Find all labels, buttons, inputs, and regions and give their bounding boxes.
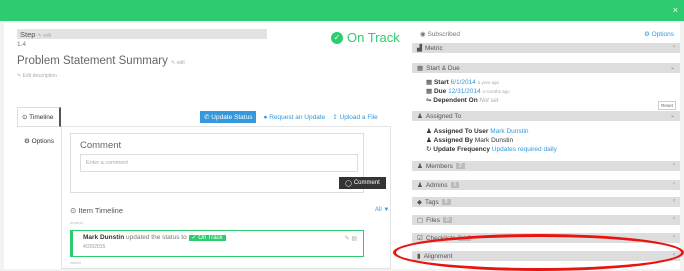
task-sidebar: ◉ Subscribed ⚙ Options ▟ Metric ‹ ▦ Star… — [412, 23, 680, 269]
action-bar: ✆ Update Status ● Request an Update ⇪ Up… — [200, 111, 378, 123]
link-icon: ⇋ — [426, 97, 432, 104]
section-files[interactable]: ▢ Files 0 ‹ — [412, 215, 680, 225]
start-date-value[interactable]: 6/1/2014 — [451, 79, 476, 86]
chevron-left-icon: ‹ — [673, 234, 675, 240]
checklist-icon: ☑ — [417, 235, 423, 242]
files-icon: ▢ — [417, 217, 424, 224]
filter-icon: ▼ — [383, 207, 390, 213]
reset-button[interactable]: Reset — [658, 101, 676, 110]
users-icon: ♟ — [417, 182, 423, 189]
step-bar — [17, 29, 267, 39]
event-text: updated the status to — [125, 234, 187, 241]
comment-button[interactable]: ◯ Comment — [339, 177, 386, 189]
upload-file-link[interactable]: ⇪ Upload a File — [332, 113, 378, 121]
comment-input[interactable]: Enter a comment — [80, 154, 358, 172]
request-update-link[interactable]: ● Request an Update — [263, 114, 325, 121]
section-alignment[interactable]: ▮ Alignment ‹ — [412, 251, 680, 261]
close-icon[interactable]: × — [673, 5, 678, 15]
check-circle-icon: ✓ — [331, 31, 343, 44]
section-checklists[interactable]: ☑ Checklists 0/0 ‹ — [412, 233, 680, 243]
chevron-left-icon: ‹ — [673, 216, 675, 222]
section-tags[interactable]: ◆ Tags 0 ‹ — [412, 197, 680, 207]
timeline-newest-label: newest — [70, 220, 83, 225]
top-bar: × — [0, 0, 684, 21]
speech-bubble-icon: ◯ — [345, 180, 352, 187]
section-start-due[interactable]: ▦ Start & Due ⌄ — [412, 63, 680, 73]
due-date-row: ▦ Due 12/31/2014 4 months ago — [426, 88, 510, 95]
question-icon: ● — [263, 113, 268, 121]
chevron-down-icon: ⌄ — [669, 65, 675, 71]
chart-icon: ▟ — [417, 45, 422, 52]
upload-icon: ⇪ — [332, 114, 338, 121]
section-metric[interactable]: ▟ Metric ‹ — [412, 43, 680, 53]
task-detail-panel: Step ✎ edit 1.4 ✓ On Track Problem State… — [4, 23, 680, 269]
start-date-row: ▦ Start 6/1/2014 a year ago — [426, 79, 499, 86]
clock-icon: ⊙ — [22, 114, 28, 121]
subscribed-toggle[interactable]: ◉ Subscribed — [420, 30, 460, 38]
section-assigned-to[interactable]: ♟ Assigned To ⌄ — [412, 111, 680, 121]
calendar-icon: ▦ — [417, 65, 424, 72]
step-label: Step ✎ edit — [20, 30, 52, 39]
status-badge: ✓ On Track — [188, 235, 226, 241]
chevron-left-icon: ‹ — [673, 162, 675, 168]
event-actions: ✎ ▤ — [345, 235, 357, 242]
assigned-user-row: ♟ Assigned To User Mark Dunstin — [426, 128, 529, 135]
refresh-icon: ↻ — [426, 146, 432, 153]
status-indicator: ✓ On Track — [331, 30, 400, 45]
tab-timeline[interactable]: ⊙ Timeline — [17, 107, 61, 127]
sidebar-options-link[interactable]: ⚙ Options — [644, 30, 674, 38]
timeline-title: ⊙ Item Timeline — [70, 206, 123, 215]
gear-icon: ⚙ — [643, 31, 650, 38]
section-members[interactable]: ♟ Members 2 ‹ — [412, 161, 680, 171]
dependent-on-row: ⇋ Dependent On Not set — [426, 97, 499, 104]
update-frequency-row: ↻ Update Frequency Updates required dail… — [426, 146, 557, 153]
count-badge: 2 — [455, 163, 465, 169]
megaphone-icon: ✆ — [204, 114, 210, 121]
calendar-icon: ▦ — [426, 88, 433, 95]
task-main-column: Step ✎ edit 1.4 ✓ On Track Problem State… — [4, 23, 404, 269]
chevron-left-icon: ‹ — [673, 44, 675, 50]
step-number: 1.4 — [17, 41, 27, 48]
chevron-left-icon: ‹ — [673, 181, 675, 187]
timeline-event: Mark Dunstin updated the status to ✓ On … — [70, 230, 364, 257]
event-user[interactable]: Mark Dunstin — [83, 234, 124, 241]
align-icon: ▮ — [417, 253, 421, 260]
users-icon: ♟ — [417, 163, 423, 170]
pencil-icon[interactable]: ✎ — [345, 236, 350, 242]
tab-options[interactable]: ⚙ Options — [24, 137, 54, 145]
chevron-left-icon: ‹ — [673, 252, 675, 258]
chevron-left-icon: ‹ — [673, 198, 675, 204]
user-icon: ♟ — [426, 128, 432, 135]
assigned-user-value[interactable]: Mark Dunstin — [490, 128, 528, 135]
trash-icon[interactable]: ▤ — [351, 236, 357, 242]
edit-description-link[interactable]: ✎ Edit description — [17, 73, 57, 79]
event-date: 4/20/2015 — [83, 244, 106, 250]
clock-icon: ⊙ — [70, 206, 77, 215]
task-title: Problem Statement Summary ✎ edit — [17, 55, 185, 67]
user-plus-icon: ♟ — [426, 137, 432, 144]
calendar-icon: ▦ — [426, 79, 433, 86]
chevron-down-icon: ⌄ — [669, 113, 675, 119]
eye-icon: ◉ — [420, 31, 426, 38]
user-icon: ♟ — [417, 113, 423, 120]
tag-icon: ◆ — [417, 199, 422, 206]
timeline-oldest-label: oldest — [70, 260, 81, 265]
title-edit-link[interactable]: ✎ edit — [171, 60, 185, 66]
step-edit-link[interactable]: ✎ edit — [38, 33, 52, 39]
dependent-value[interactable]: Not set — [480, 98, 499, 104]
update-status-button[interactable]: ✆ Update Status — [200, 111, 257, 123]
count-badge: 0/0 — [458, 235, 472, 241]
due-date-value[interactable]: 12/31/2014 — [448, 88, 481, 95]
timeline-filter[interactable]: All ▼ — [375, 207, 389, 213]
status-text: On Track — [347, 30, 400, 45]
gear-icon: ⚙ — [24, 138, 30, 145]
count-badge: 0 — [441, 199, 451, 205]
section-admins[interactable]: ♟ Admins 1 ‹ — [412, 180, 680, 190]
count-badge: 0 — [442, 217, 452, 223]
count-badge: 1 — [450, 182, 460, 188]
assigned-by-row: ♟ Assigned By Mark Dunstin — [426, 137, 514, 144]
update-frequency-value[interactable]: Updates required daily — [492, 146, 557, 153]
comment-title: Comment — [80, 140, 122, 151]
